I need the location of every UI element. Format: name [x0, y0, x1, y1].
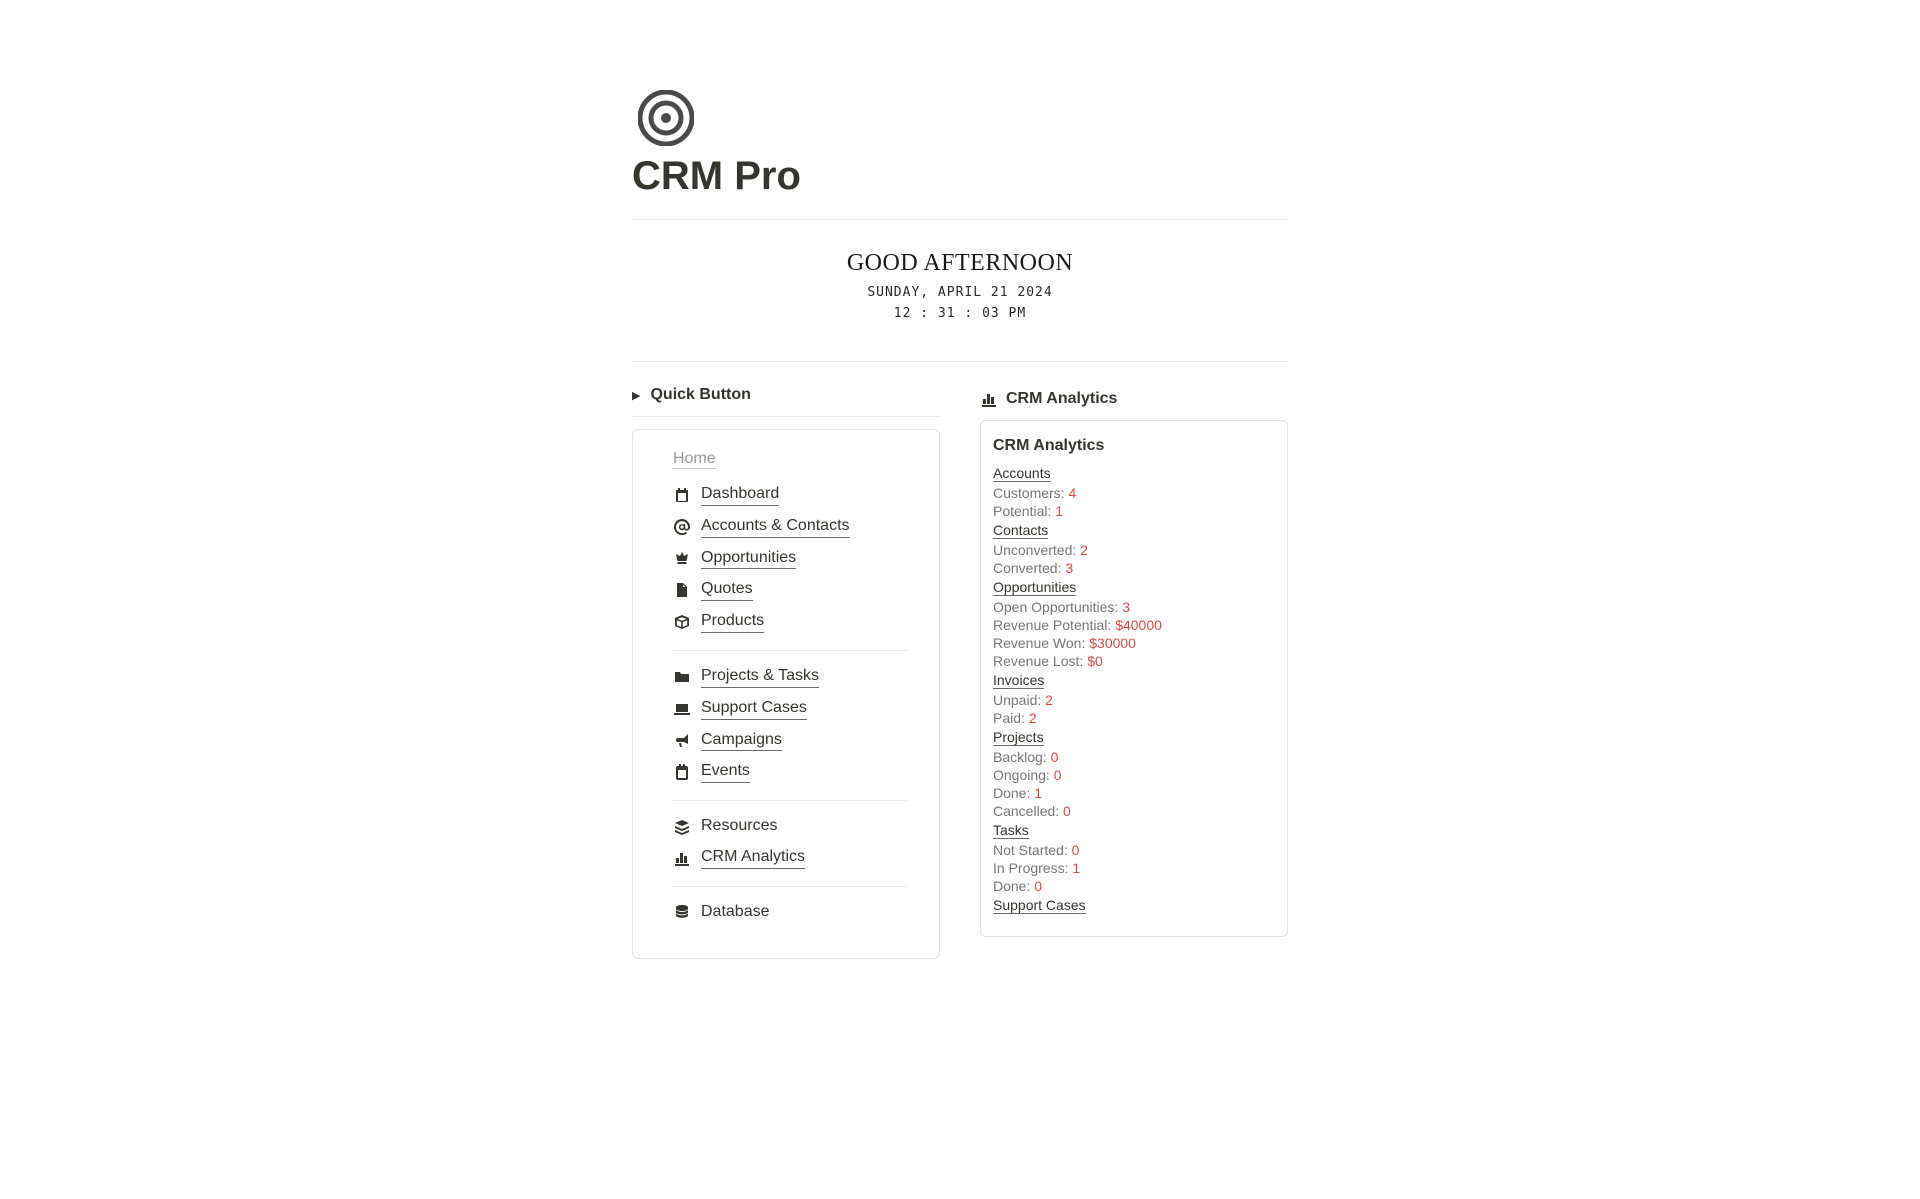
- stat-converted: Converted: 3: [993, 559, 1275, 577]
- nav-item-dashboard[interactable]: Dashboard: [673, 479, 909, 511]
- stat-cancelled: Cancelled: 0: [993, 802, 1275, 820]
- box-icon: [673, 613, 691, 631]
- nav-item-resources[interactable]: Resources: [673, 811, 909, 842]
- greeting-widget: GOOD AFTERNOON SUNDAY, APRIL 21 2024 12 …: [632, 250, 1288, 321]
- analytics-card-title: CRM Analytics: [993, 437, 1275, 455]
- nav-item-label: Quotes: [701, 579, 753, 601]
- stat-unconverted: Unconverted: 2: [993, 541, 1275, 559]
- divider: [632, 361, 1288, 362]
- stat-open-opportunities: Open Opportunities: 3: [993, 598, 1275, 616]
- folder-icon: [673, 668, 691, 686]
- quick-button-label: Quick Button: [650, 386, 750, 404]
- bar-chart-icon: [673, 849, 691, 867]
- laptop-icon: [673, 700, 691, 718]
- stat-ongoing: Ongoing: 0: [993, 766, 1275, 784]
- nav-card: Home Dashboard Accounts & Contacts Oppor…: [632, 429, 940, 959]
- nav-item-label: Dashboard: [701, 484, 779, 506]
- database-icon: [673, 903, 691, 921]
- nav-item-label: CRM Analytics: [701, 847, 805, 869]
- nav-item-campaigns[interactable]: Campaigns: [673, 725, 909, 757]
- nav-home[interactable]: Home: [673, 450, 716, 469]
- nav-item-events[interactable]: Events: [673, 756, 909, 788]
- divider: [673, 650, 909, 651]
- stat-unpaid: Unpaid: 2: [993, 691, 1275, 709]
- greeting-text: GOOD AFTERNOON: [632, 250, 1288, 277]
- crm-analytics-label: CRM Analytics: [1006, 390, 1117, 408]
- section-invoices[interactable]: Invoices: [993, 672, 1044, 689]
- at-icon: [673, 518, 691, 536]
- nav-item-support-cases[interactable]: Support Cases: [673, 693, 909, 725]
- stat-customers: Customers: 4: [993, 484, 1275, 502]
- stat-revenue-won: Revenue Won: $30000: [993, 634, 1275, 652]
- nav-item-label: Products: [701, 611, 764, 633]
- stat-paid: Paid: 2: [993, 709, 1275, 727]
- nav-item-accounts-contacts[interactable]: Accounts & Contacts: [673, 511, 909, 543]
- stat-revenue-lost: Revenue Lost: $0: [993, 652, 1275, 670]
- nav-item-label: Database: [701, 902, 770, 923]
- stat-revenue-potential: Revenue Potential: $40000: [993, 616, 1275, 634]
- dashboard-icon: [673, 486, 691, 504]
- page-title: CRM Pro: [632, 154, 1288, 220]
- nav-item-label: Opportunities: [701, 548, 796, 570]
- analytics-card: CRM Analytics Accounts Customers: 4 Pote…: [980, 420, 1288, 937]
- target-icon: [638, 90, 694, 146]
- current-time: 12 : 31 : 03 PM: [632, 306, 1288, 321]
- calendar-icon: [673, 763, 691, 781]
- current-date: SUNDAY, APRIL 21 2024: [632, 285, 1288, 300]
- quick-button-toggle[interactable]: ▶ Quick Button: [632, 382, 940, 417]
- nav-item-crm-analytics[interactable]: CRM Analytics: [673, 842, 909, 874]
- nav-item-label: Events: [701, 761, 750, 783]
- crm-analytics-header[interactable]: CRM Analytics: [980, 382, 1288, 420]
- stat-in-progress: In Progress: 1: [993, 859, 1275, 877]
- nav-item-opportunities[interactable]: Opportunities: [673, 543, 909, 575]
- document-icon: [673, 581, 691, 599]
- nav-item-products[interactable]: Products: [673, 606, 909, 638]
- nav-item-label: Support Cases: [701, 698, 807, 720]
- stat-projects-done: Done: 1: [993, 784, 1275, 802]
- divider: [673, 886, 909, 887]
- nav-item-label: Resources: [701, 816, 777, 837]
- bar-chart-icon: [980, 390, 998, 408]
- stat-backlog: Backlog: 0: [993, 748, 1275, 766]
- nav-item-label: Projects & Tasks: [701, 666, 819, 688]
- layers-icon: [673, 818, 691, 836]
- stat-not-started: Not Started: 0: [993, 841, 1275, 859]
- section-accounts[interactable]: Accounts: [993, 465, 1051, 482]
- stat-potential: Potential: 1: [993, 502, 1275, 520]
- section-contacts[interactable]: Contacts: [993, 522, 1048, 539]
- divider: [673, 800, 909, 801]
- crown-icon: [673, 549, 691, 567]
- stat-tasks-done: Done: 0: [993, 877, 1275, 895]
- section-opportunities[interactable]: Opportunities: [993, 579, 1076, 596]
- section-support-cases[interactable]: Support Cases: [993, 897, 1086, 914]
- section-tasks[interactable]: Tasks: [993, 822, 1029, 839]
- megaphone-icon: [673, 731, 691, 749]
- toggle-arrow-icon: ▶: [632, 389, 640, 402]
- nav-item-label: Accounts & Contacts: [701, 516, 850, 538]
- nav-item-database[interactable]: Database: [673, 897, 909, 928]
- nav-item-label: Campaigns: [701, 730, 782, 752]
- nav-item-projects-tasks[interactable]: Projects & Tasks: [673, 661, 909, 693]
- nav-item-quotes[interactable]: Quotes: [673, 574, 909, 606]
- section-projects[interactable]: Projects: [993, 729, 1044, 746]
